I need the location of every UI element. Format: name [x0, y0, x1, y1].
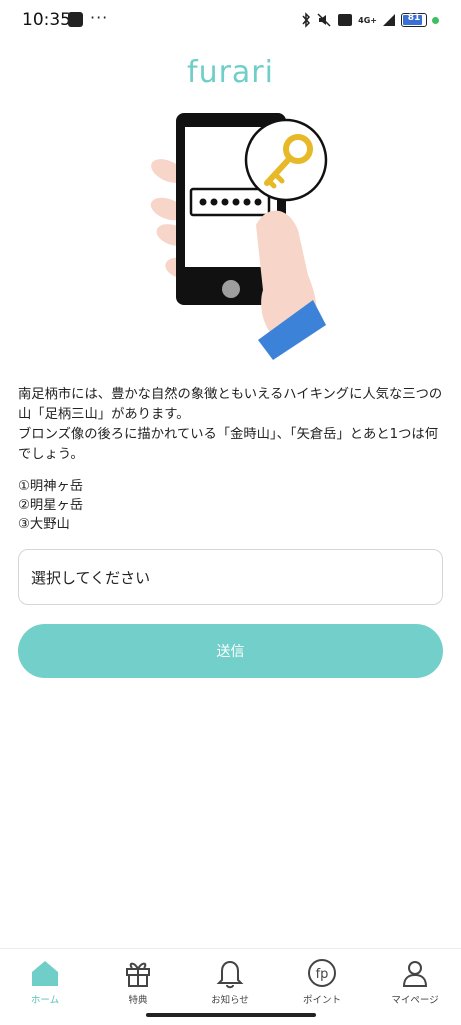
- volte-icon: [338, 14, 353, 26]
- quiz-question: 南足柄市には、豊かな自然の象徴ともいえるハイキングに人気な三つの山「足柄三山」が…: [18, 385, 446, 465]
- nav-benefits[interactable]: 特典: [98, 957, 178, 1006]
- privacy-indicator-icon: [432, 16, 439, 24]
- nav-notifications[interactable]: お知らせ: [190, 957, 270, 1006]
- gift-icon: [126, 962, 150, 987]
- nav-home[interactable]: ホーム: [5, 957, 85, 1006]
- nav-home-label: ホーム: [30, 995, 60, 1006]
- app-logo: furari: [187, 55, 274, 90]
- phone-key-illustration: [150, 113, 328, 360]
- notification-app-icon: [68, 12, 83, 27]
- status-time: 10:35: [22, 10, 71, 30]
- svg-text:fp: fp: [316, 967, 329, 982]
- option-2: ②明星ヶ岳: [18, 498, 84, 513]
- submit-button[interactable]: 送信: [18, 624, 443, 678]
- nav-mypage[interactable]: マイページ: [375, 957, 455, 1006]
- nav-points[interactable]: fp ポイント: [282, 957, 362, 1006]
- bell-icon: [216, 960, 244, 989]
- home-icon: [32, 961, 58, 986]
- status-icons: 4G+ 81: [301, 10, 439, 30]
- person-icon: [402, 961, 428, 987]
- answer-select[interactable]: 選択してください: [18, 549, 443, 605]
- nav-mypage-label: マイページ: [391, 995, 439, 1006]
- option-1: ①明神ヶ岳: [18, 479, 84, 494]
- nav-points-label: ポイント: [302, 995, 341, 1006]
- submit-label: 送信: [216, 644, 245, 660]
- fp-points-icon: fp: [308, 959, 336, 987]
- mute-icon: [317, 13, 331, 27]
- more-notifications-icon: ···: [90, 8, 109, 27]
- question-line-2: ブロンズ像の後ろに描かれている「金時山」、「矢倉岳」とあと1つは何でしょう。: [18, 427, 438, 462]
- network-type: 4G+: [358, 15, 377, 25]
- nav-benefits-label: 特典: [128, 995, 148, 1006]
- nav-notifications-label: お知らせ: [211, 995, 249, 1006]
- option-3: ③大野山: [18, 517, 70, 532]
- battery-level: 81: [407, 13, 421, 23]
- select-placeholder: 選択してください: [31, 568, 151, 587]
- answer-options: ①明神ヶ岳 ②明星ヶ岳 ③大野山: [18, 477, 83, 534]
- status-bar: 10:35 ··· 4G+ 81: [0, 0, 461, 40]
- signal-icon: [383, 14, 395, 26]
- home-gesture-bar[interactable]: [146, 1013, 316, 1017]
- bluetooth-icon: [302, 12, 311, 28]
- question-line-1: 南足柄市には、豊かな自然の象徴ともいえるハイキングに人気な三つの山「足柄三山」が…: [18, 387, 443, 422]
- battery-icon: 81: [401, 13, 427, 27]
